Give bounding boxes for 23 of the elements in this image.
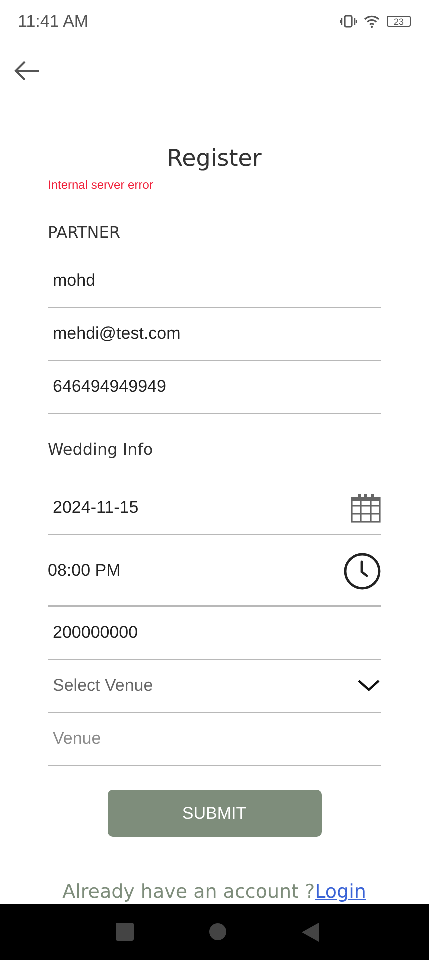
input-field[interactable]: 200000000 xyxy=(48,623,381,644)
login-link[interactable]: Login xyxy=(315,881,366,904)
section-heading: PARTNER xyxy=(48,223,120,244)
date-field[interactable]: 2024-11-15 xyxy=(48,498,351,518)
time-field[interactable]: 08:00 PM xyxy=(48,561,344,582)
status-time: 11:41 AM xyxy=(18,12,90,32)
login-prompt: Already have an account ? xyxy=(62,881,316,904)
input-field[interactable]: 646494949949 xyxy=(48,377,381,398)
wifi-icon xyxy=(364,15,380,28)
back-arrow-icon[interactable] xyxy=(14,60,40,81)
input-field[interactable]: mohd xyxy=(48,271,381,292)
chevron-down-icon[interactable] xyxy=(358,680,380,692)
input-field[interactable]: mehdi@test.com xyxy=(48,324,381,344)
page-title: Register xyxy=(166,145,263,174)
battery-icon: 23 xyxy=(387,16,411,28)
section-heading: Wedding Info xyxy=(48,440,154,460)
venue-dropdown[interactable]: Select Venue xyxy=(48,676,358,696)
submit-button[interactable]: SUBMIT xyxy=(108,790,322,838)
calendar-icon[interactable] xyxy=(351,494,381,523)
error-message: Internal server error xyxy=(48,178,154,192)
clock-icon[interactable] xyxy=(344,552,381,590)
vibrate-icon xyxy=(340,15,357,28)
input-field[interactable]: Venue xyxy=(48,729,381,750)
